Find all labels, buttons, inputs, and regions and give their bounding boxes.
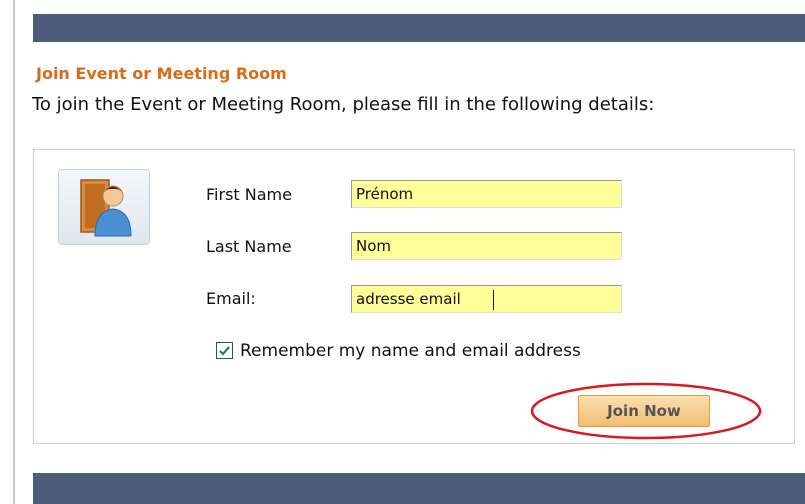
email-label: Email: [206, 289, 256, 308]
text-caret [493, 290, 494, 310]
join-now-button[interactable]: Join Now [578, 395, 710, 427]
header-bar [33, 14, 805, 42]
footer-bar [33, 473, 805, 504]
section-title: Join Event or Meeting Room [36, 64, 287, 83]
first-name-input[interactable] [351, 180, 622, 208]
remember-label[interactable]: Remember my name and email address [240, 341, 581, 361]
first-name-label: First Name [206, 185, 292, 204]
checkmark-icon [219, 346, 230, 356]
intro-text: To join the Event or Meeting Room, pleas… [32, 94, 655, 115]
remember-checkbox[interactable] [216, 342, 233, 359]
user-door-icon [58, 169, 150, 245]
page-left-border [13, 0, 15, 504]
email-input[interactable] [351, 285, 622, 313]
last-name-label: Last Name [206, 237, 292, 256]
last-name-input[interactable] [351, 232, 622, 260]
